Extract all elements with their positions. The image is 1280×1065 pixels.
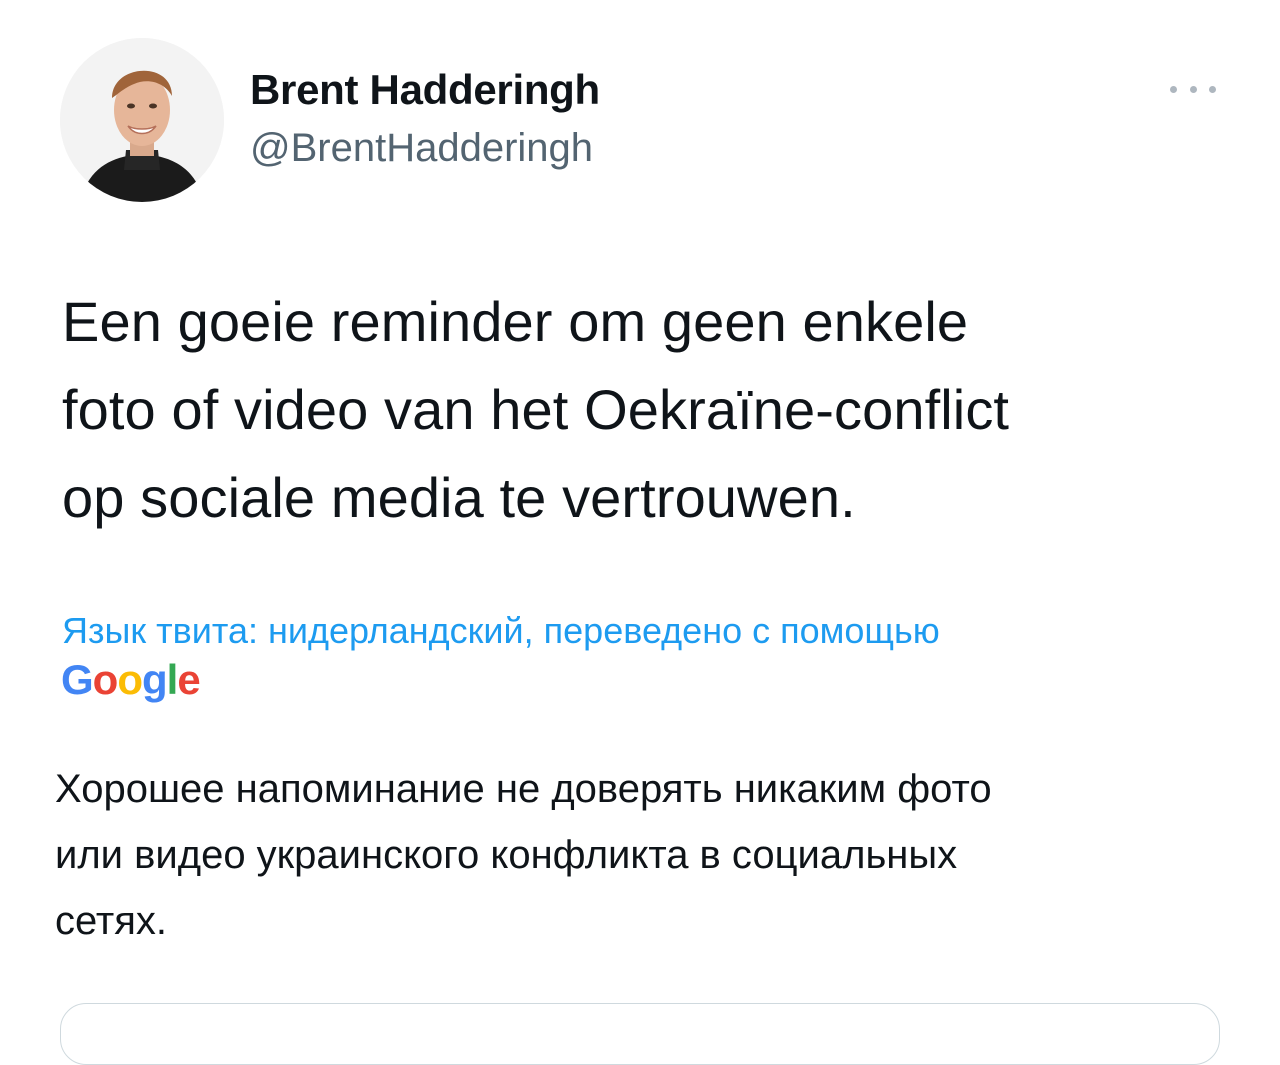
author-handle[interactable]: @BrentHadderingh <box>250 126 593 171</box>
more-dot <box>1209 85 1216 93</box>
tweet-text-line: op sociale media te vertrouwen. <box>62 466 856 529</box>
author-name[interactable]: Brent Hadderingh <box>250 66 600 114</box>
more-horizontal-icon[interactable] <box>1170 78 1216 100</box>
translated-text-line: сетях. <box>55 899 168 943</box>
translation-source-label[interactable]: Язык твита: нидерландский, переведено с … <box>62 610 940 652</box>
more-dot <box>1170 85 1177 93</box>
translated-text: Хорошее напоминание не доверять никаким … <box>55 756 1235 954</box>
avatar[interactable] <box>60 38 224 202</box>
tweet-text-line: Een goeie reminder om geen enkele <box>62 290 969 353</box>
tweet-text-line: foto of video van het Oekraïne-conflict <box>62 378 1010 441</box>
google-logo: Google <box>61 656 201 703</box>
avatar-image <box>60 38 224 202</box>
tweet-text: Een goeie reminder om geen enkele foto o… <box>62 278 1232 542</box>
more-dot <box>1189 85 1197 93</box>
translated-text-line: Хорошее напоминание не доверять никаким … <box>55 767 992 811</box>
embedded-card-border <box>60 1003 1220 1065</box>
translated-text-line: или видео украинского конфликта в социал… <box>55 833 958 877</box>
